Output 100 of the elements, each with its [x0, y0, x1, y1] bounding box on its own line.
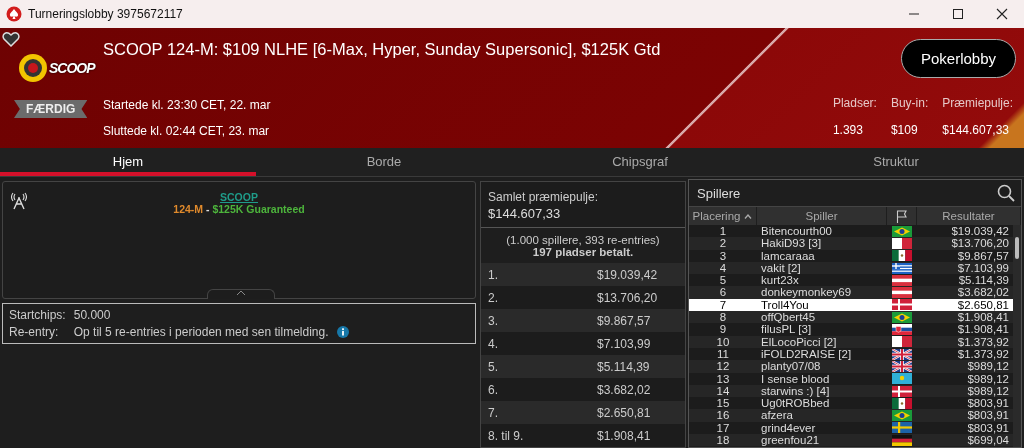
player-name: HakiD93 [3]	[760, 237, 823, 250]
search-icon[interactable]	[997, 184, 1015, 202]
player-name: I sense blood	[760, 372, 831, 385]
payout-place: 3.	[488, 313, 499, 328]
rank-cell-text: 15	[715, 397, 731, 410]
stat-label: Pladser:	[832, 96, 877, 110]
tab[interactable]: Struktur	[768, 148, 1024, 176]
stat-label: Buy-in:	[890, 96, 929, 110]
player-name: afzera	[760, 409, 794, 422]
rank-cell-text: 2	[718, 237, 728, 250]
result-cell-text: $1.373,92	[956, 347, 1010, 361]
flag-icon	[892, 274, 912, 286]
tab[interactable]: Hjem	[0, 148, 256, 176]
payout-place: 8. til 9.	[488, 428, 525, 443]
payout-place: 5.	[488, 359, 499, 374]
heart-icon	[2, 31, 20, 47]
player-row[interactable]: 16 afzera $803,91	[689, 409, 1013, 422]
event-subtitle: 124-M - $125K Guaranteed	[173, 203, 305, 215]
player-name: kurt23x	[760, 274, 800, 287]
player-name: planty07/08	[760, 360, 822, 373]
stat-label: Præmiepulje:	[942, 96, 1013, 110]
logo-text: SCOOP	[49, 60, 95, 76]
players-title: Spillere	[697, 185, 741, 201]
stat-value: 1.393	[832, 123, 864, 137]
result-cell-text: $9.867,57	[956, 249, 1010, 262]
flag-icon	[892, 311, 912, 323]
flag-icon	[892, 237, 912, 249]
tournament-title: SCOOP 124-M: $109 NLHE [6-Max, Hyper, Sunday Supersonic], $125K Gtd	[103, 40, 662, 59]
result-cell-text: $19.039,42	[950, 225, 1010, 238]
maximize-icon[interactable]	[952, 8, 964, 20]
payout-place: 7.	[488, 405, 499, 420]
result-cell-text: $989,12	[966, 372, 1010, 385]
player-row[interactable]: 12 planty07/08 $989,12	[689, 360, 1013, 373]
chip-icon	[18, 53, 48, 83]
player-row[interactable]: 8 offQbert45 $1.908,41	[689, 311, 1013, 324]
rank-cell-text: 18	[715, 434, 731, 447]
flag-icon	[892, 422, 912, 434]
rank-cell-text: 17	[715, 421, 731, 435]
column-label: Placering	[692, 210, 741, 222]
flag-icon	[892, 324, 912, 335]
payout-amount: $3.682,02	[597, 382, 652, 397]
player-name: grind4ever	[760, 421, 817, 435]
flag-icon	[892, 360, 912, 372]
rank-cell-text: 14	[715, 384, 731, 398]
payout-amount: $13.706,20	[597, 290, 659, 305]
series-link[interactable]: SCOOP	[220, 191, 258, 203]
detail-label: Startchips:	[9, 308, 66, 322]
column-header[interactable]: Spiller	[757, 207, 887, 225]
result-cell-text: $5.114,39	[957, 274, 1010, 287]
entries-text: (1.000 spillere, 393 re-entries)	[506, 234, 660, 246]
flag-icon	[892, 262, 912, 274]
flag-icon	[892, 385, 912, 397]
rank-cell-text: 13	[715, 372, 731, 385]
payout-amount: $1.908,41	[597, 428, 652, 443]
flag-icon	[892, 397, 912, 409]
result-cell-text: $803,91	[966, 421, 1010, 435]
player-name: ElLocoPicci [2]	[760, 335, 838, 348]
rank-cell-text: 12	[715, 360, 731, 373]
payout-amount: $9.867,57	[597, 313, 652, 328]
lobby-button[interactable]: Pokerlobby	[900, 39, 1016, 78]
app-logo-icon	[6, 6, 22, 22]
window-title: Turneringslobby 3975672117	[28, 7, 184, 21]
payout-amount: $2.650,81	[597, 405, 652, 420]
result-cell-text: $1.908,41	[956, 311, 1010, 324]
result-cell-text: $1.373,92	[956, 335, 1010, 348]
payout-amount: $7.103,99	[597, 336, 652, 351]
detail-value: Op til 5 re-entries i perioden med sen tilmelding.	[73, 325, 329, 339]
player-row[interactable]: 18 greenfou21 $699,04	[689, 434, 1013, 447]
player-name: vakit [2]	[760, 261, 802, 275]
result-cell-text: $3.682,02	[956, 286, 1010, 299]
flag-icon	[892, 250, 912, 262]
stat-value: $144.607,33	[942, 123, 1011, 137]
player-row[interactable]: 6 donkeymonkey69 $3.682,02	[689, 286, 1013, 299]
tab[interactable]: Chipsgraf	[512, 148, 768, 176]
rank-cell-text: 4	[718, 261, 728, 275]
collapse-handle[interactable]	[207, 289, 275, 299]
player-name: greenfou21	[760, 434, 821, 447]
end-time: Sluttede kl. 02:44 CET, 23. mar	[103, 124, 271, 138]
result-cell-text: $2.650,81	[956, 298, 1010, 312]
tab[interactable]: Borde	[256, 148, 512, 176]
result-cell-text: $1.908,41	[956, 323, 1010, 336]
scrollbar[interactable]	[1013, 225, 1021, 447]
rank-cell-text: 7	[718, 298, 728, 312]
paid-places-text: 197 pladser betalt.	[532, 246, 634, 258]
info-icon[interactable]	[336, 326, 349, 338]
payout-place: 1.	[488, 267, 499, 282]
caret-icon	[236, 290, 246, 296]
result-cell-text: $13.706,20	[950, 237, 1010, 250]
rank-cell-text: 3	[718, 249, 728, 262]
player-row[interactable]: 2 HakiD93 [3] $13.706,20	[689, 237, 1013, 250]
player-name: Bitencourth00	[760, 225, 833, 238]
prize-pool-total: $144.607,33	[488, 206, 562, 221]
stat-value: $109	[890, 123, 919, 137]
payout-place: 2.	[488, 290, 499, 305]
result-cell-text: $989,12	[966, 384, 1010, 398]
column-header[interactable]: Resultater	[917, 207, 1021, 225]
column-header[interactable]: Placering	[689, 207, 757, 225]
payout-place: 6.	[488, 382, 499, 397]
close-icon[interactable]	[996, 8, 1008, 20]
flag-icon	[892, 373, 912, 385]
